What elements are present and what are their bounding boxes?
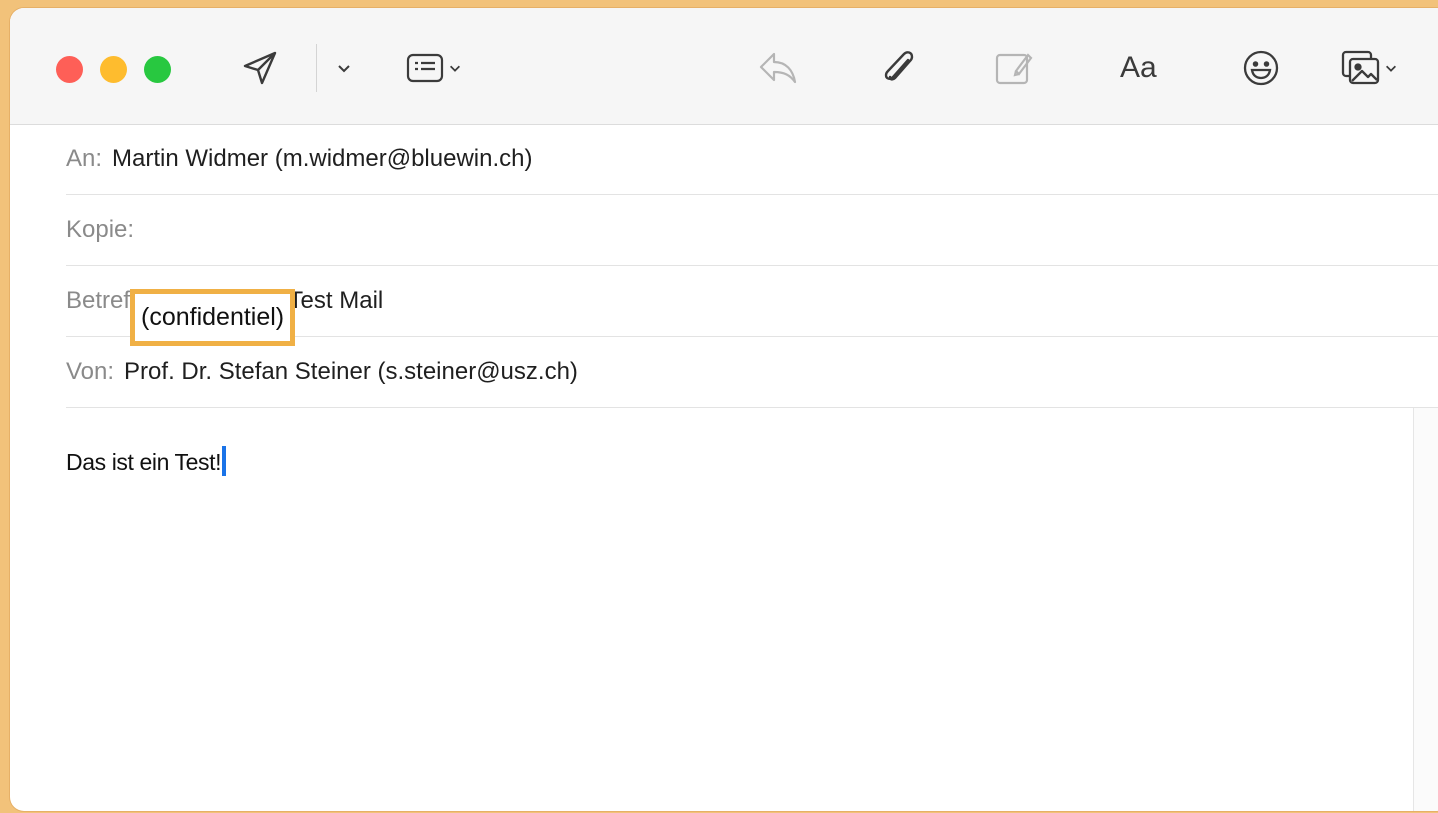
from-label: Von: bbox=[66, 358, 115, 385]
mail-compose-window: Aa An: Martin Widmer (m.widmer@bluewin.c… bbox=[10, 8, 1438, 811]
header-fields-icon bbox=[406, 51, 444, 85]
toolbar: Aa bbox=[10, 8, 1438, 125]
send-button[interactable] bbox=[242, 48, 278, 88]
send-options-button[interactable] bbox=[336, 48, 352, 88]
header-fields-button[interactable] bbox=[406, 48, 462, 88]
close-window-button[interactable] bbox=[56, 56, 83, 83]
text-caret bbox=[222, 446, 227, 476]
chevron-down-icon bbox=[1384, 61, 1398, 75]
emoji-button[interactable] bbox=[1242, 48, 1280, 88]
from-account[interactable]: Prof. Dr. Stefan Steiner (s.steiner@usz.… bbox=[124, 358, 578, 386]
photo-browser-button[interactable] bbox=[1340, 48, 1398, 88]
to-recipient[interactable]: Martin Widmer (m.widmer@bluewin.ch) bbox=[112, 145, 532, 173]
from-field-row[interactable]: Von: Prof. Dr. Stefan Steiner (s.steiner… bbox=[66, 337, 1438, 408]
cc-field-row[interactable]: Kopie: bbox=[66, 195, 1438, 266]
markup-button[interactable] bbox=[994, 48, 1034, 88]
cc-label: Kopie: bbox=[66, 216, 135, 243]
message-body[interactable]: Das ist ein Test! bbox=[66, 408, 1414, 811]
minimize-window-button[interactable] bbox=[100, 56, 127, 83]
body-text-line[interactable]: Das ist ein Test! bbox=[66, 446, 227, 476]
send-icon bbox=[242, 50, 278, 86]
format-icon: Aa bbox=[1120, 51, 1157, 84]
reply-button[interactable] bbox=[758, 48, 798, 88]
paperclip-icon bbox=[878, 48, 918, 88]
to-field-row[interactable]: An: Martin Widmer (m.widmer@bluewin.ch) bbox=[66, 124, 1438, 195]
emoji-icon bbox=[1242, 49, 1280, 87]
markup-icon bbox=[994, 49, 1034, 87]
format-button[interactable]: Aa bbox=[1120, 48, 1157, 88]
chevron-down-icon bbox=[336, 60, 352, 76]
chevron-down-icon bbox=[448, 61, 462, 75]
zoom-window-button[interactable] bbox=[144, 56, 171, 83]
scrollbar[interactable] bbox=[1413, 408, 1438, 811]
photo-browser-icon bbox=[1340, 49, 1382, 87]
attach-button[interactable] bbox=[878, 48, 918, 88]
reply-icon bbox=[758, 50, 798, 86]
toolbar-separator bbox=[316, 44, 317, 92]
to-label: An: bbox=[66, 145, 103, 172]
body-text: Das ist ein Test! bbox=[66, 449, 222, 475]
